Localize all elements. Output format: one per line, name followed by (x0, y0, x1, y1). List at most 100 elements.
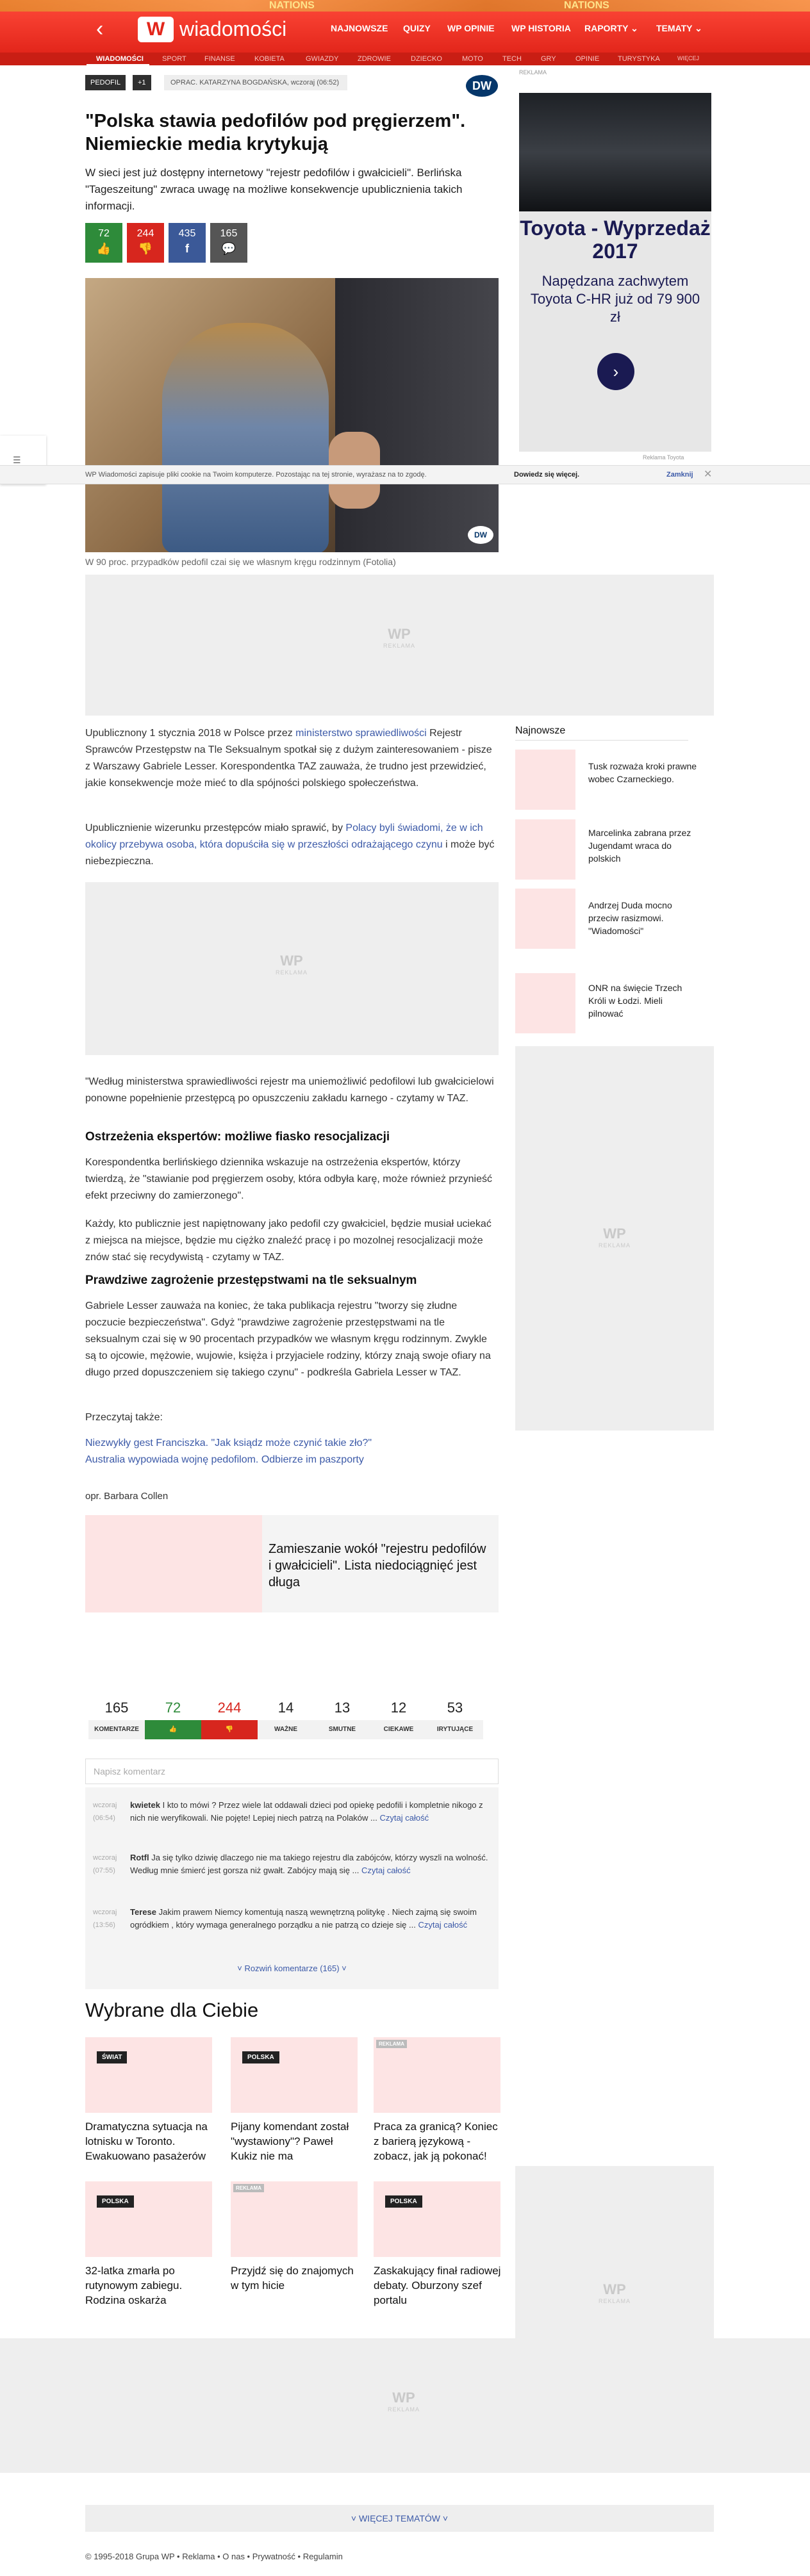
subnav-moto[interactable]: MOTO (462, 55, 483, 63)
bottom-ad-placeholder: WP REKLAMA (0, 2338, 810, 2473)
card-title[interactable]: 32-latka zmarła po rutynowym zabiegu. Ro… (85, 2263, 213, 2308)
card-image[interactable]: POLSKA (231, 2037, 358, 2113)
reaction-count: 12 (390, 1700, 407, 1716)
card-title[interactable]: Pijany komendant został "wystawiony"? Pa… (231, 2119, 359, 2163)
read-more-link[interactable]: Czytaj całość (418, 1920, 467, 1930)
reaction-count: 165 (104, 1700, 129, 1716)
reaction-count: 14 (277, 1700, 294, 1716)
reaction-label: 👎 (201, 1720, 258, 1739)
subnav-active-underline (87, 64, 149, 65)
thumbs-up-icon: 👍 (96, 242, 112, 255)
reaction-item[interactable]: 53 IRYTUJĄCE (427, 1700, 483, 1739)
read-more-link[interactable]: Czytaj całość (361, 1866, 411, 1875)
footer-links[interactable]: © 1995-2018 Grupa WP • Reklama • O nas •… (85, 2552, 343, 2561)
text: Upublicznony 1 stycznia 2018 w Polsce pr… (85, 728, 296, 739)
tag-more[interactable]: +1 (133, 75, 151, 90)
back-chevron-icon[interactable]: ‹ (96, 18, 103, 40)
cookie-more-link[interactable]: Dowiedz się więcej. (514, 466, 579, 484)
wp-logo-icon[interactable]: W (138, 17, 174, 42)
subnav-wiecej[interactable]: WIĘCEJ (677, 55, 699, 62)
nav-najnowsze[interactable]: NAJNOWSZE (331, 23, 388, 33)
card-image[interactable]: POLSKA (85, 2181, 212, 2257)
toyota-ad[interactable]: Toyota - Wyprzedaż 2017 Napędzana zachwy… (519, 93, 711, 452)
comment-time: wczoraj (13:56) (93, 1908, 117, 1929)
cookie-close-button[interactable]: Zamknij (666, 466, 693, 484)
facebook-share-button[interactable]: 435 f (169, 223, 206, 263)
nav-tematy[interactable]: TEMATY ⌄ (656, 23, 702, 34)
nav-wp-opinie[interactable]: WP OPINIE (447, 23, 495, 33)
vote-down-button[interactable]: 244 👎 (127, 223, 164, 263)
tag-pedofil[interactable]: PEDOFIL (85, 75, 126, 90)
subnav-finanse[interactable]: FINANSE (204, 55, 235, 63)
ministry-link[interactable]: ministerstwo sprawiedliwości (295, 728, 427, 739)
reaction-item[interactable]: 165 KOMENTARZE (88, 1700, 145, 1739)
reaction-item[interactable]: 72 👍 (145, 1700, 201, 1739)
subnav-tech[interactable]: TECH (502, 55, 522, 63)
reaction-item[interactable]: 14 WAŻNE (258, 1700, 314, 1739)
subnav-kobieta[interactable]: KOBIETA (254, 55, 285, 63)
subnav-gry[interactable]: GRY (541, 55, 556, 63)
reaction-item[interactable]: 13 SMUTNE (314, 1700, 370, 1739)
card-title[interactable]: Przyjdź się do znajomych w tym hicie (231, 2263, 359, 2293)
sidebar-thumb[interactable] (515, 973, 575, 1033)
wp-ad-mark: WP (603, 1226, 626, 1242)
comments-button[interactable]: 165 💬 (210, 223, 247, 263)
comment-time: wczoraj (06:54) (93, 1801, 117, 1822)
promo-article-card[interactable]: Zamieszanie wokół "rejestru pedofilów i … (85, 1515, 499, 1612)
sidebar-item-title[interactable]: ONR na święcie Trzech Króli w Łodzi. Mie… (588, 981, 697, 1020)
sidebar-thumb[interactable] (515, 889, 575, 949)
subnav-sport[interactable]: SPORT (162, 55, 186, 63)
nav-quizy[interactable]: QUIZY (403, 23, 431, 33)
article-subheading: Prawdziwe zagrożenie przestępstwami na t… (85, 1274, 417, 1287)
vote-up-button[interactable]: 72 👍 (85, 223, 122, 263)
subnav-zdrowie[interactable]: ZDROWIE (358, 55, 391, 63)
reaction-count: 53 (447, 1700, 463, 1716)
reaction-label: CIEKAWE (370, 1720, 427, 1739)
comment-input[interactable]: Napisz komentarz (85, 1759, 499, 1784)
subnav-gwiazdy[interactable]: GWIAZDY (306, 55, 338, 63)
comment-user[interactable]: kwietek (130, 1800, 160, 1810)
expand-comments-button[interactable]: ˅ Rozwiń komentarze (165) ˅ (85, 1964, 499, 1973)
facebook-share-count: 435 (178, 228, 196, 239)
read-more-link[interactable]: Czytaj całość (380, 1813, 429, 1823)
sidebar-thumb[interactable] (515, 750, 575, 810)
comment-text: I kto to mówi ? Przez wiele lat oddawali… (130, 1800, 483, 1823)
subnav-wiadomosci[interactable]: WIADOMOŚCI (96, 55, 144, 63)
comment-user[interactable]: Rotfl (130, 1853, 149, 1862)
more-topics-button[interactable]: ˅ WIĘCEJ TEMATÓW ˅ (85, 2505, 714, 2532)
card-image[interactable]: REKLAMA (374, 2037, 500, 2113)
site-logo-text[interactable]: wiadomości (179, 18, 286, 40)
wp-ad-mark: WP (280, 953, 303, 969)
dw-source-logo[interactable]: DW (466, 75, 498, 97)
nav-raporty[interactable]: RAPORTY ⌄ (584, 23, 638, 34)
sidebar-item-title[interactable]: Andrzej Duda mocno przeciw rasizmowi. "W… (588, 899, 697, 937)
subnav-opinie[interactable]: OPINIE (575, 55, 599, 63)
close-icon[interactable]: ✕ (704, 466, 712, 484)
card-title[interactable]: Dramatyczna sytuacja na lotnisku w Toron… (85, 2119, 213, 2163)
text: Upublicznienie wizerunku przestępców mia… (85, 823, 346, 833)
ad-source-note: Reklama Toyota (643, 454, 684, 461)
card-image[interactable]: REKLAMA (231, 2181, 358, 2257)
reaction-item[interactable]: 244 👎 (201, 1700, 258, 1739)
reaction-count: 13 (334, 1700, 351, 1716)
card-title[interactable]: Praca za granicą? Koniec z barierą język… (374, 2119, 502, 2163)
subnav-dziecko[interactable]: DZIECKO (411, 55, 442, 63)
arrow-right-icon[interactable]: › (597, 353, 634, 390)
sidebar-item-title[interactable]: Tusk rozważa kroki prawne wobec Czarneck… (588, 760, 697, 785)
article-paragraph: Upublicznienie wizerunku przestępców mia… (85, 820, 499, 870)
card-title[interactable]: Zaskakujący finał radiowej debaty. Oburz… (374, 2263, 502, 2308)
comment-text: Ja się tylko dziwię dlaczego nie ma taki… (130, 1853, 488, 1875)
nav-wp-historia[interactable]: WP HISTORIA (511, 23, 571, 33)
related-article-link[interactable]: Australia wypowiada wojnę pedofilom. Odb… (85, 1452, 364, 1468)
reaction-label: KOMENTARZE (88, 1720, 145, 1739)
sidebar-item-title[interactable]: Marcelinka zabrana przez Jugendamt wraca… (588, 826, 697, 865)
sidebar-thumb[interactable] (515, 819, 575, 880)
reaction-item[interactable]: 12 CIEKAWE (370, 1700, 427, 1739)
subnav-turystyka[interactable]: TURYSTYKA (618, 55, 660, 63)
card-image[interactable]: ŚWIAT (85, 2037, 212, 2113)
card-image[interactable]: POLSKA (374, 2181, 500, 2257)
comment-user[interactable]: Terese (130, 1907, 156, 1917)
cookie-bar: WP Wiadomości zapisuje pliki cookie na T… (0, 465, 810, 484)
wp-ad-mark: WP (388, 626, 411, 642)
related-article-link[interactable]: Niezwykły gest Franciszka. "Jak ksiądz m… (85, 1435, 372, 1452)
